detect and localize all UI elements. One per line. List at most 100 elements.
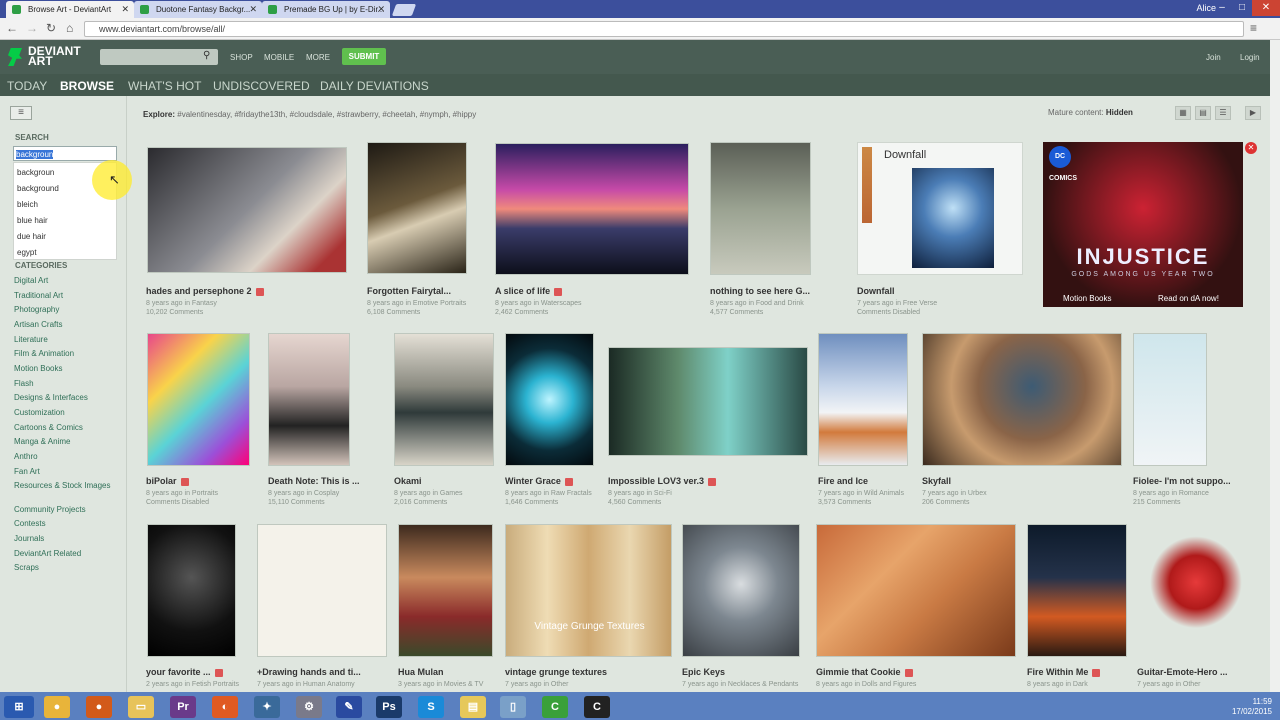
- site-search-input[interactable]: [100, 49, 218, 65]
- category-link[interactable]: Cartoons & Comics: [14, 423, 112, 432]
- mature-filter[interactable]: Mature content: Hidden: [1048, 108, 1133, 117]
- artwork-title[interactable]: biPolar: [146, 476, 256, 486]
- category-link[interactable]: Photography: [14, 305, 112, 314]
- settings-app-icon[interactable]: ⚙: [296, 696, 322, 718]
- artwork-title[interactable]: Fire Within Me: [1027, 667, 1137, 677]
- artwork-title[interactable]: Skyfall: [922, 476, 1042, 486]
- category-link[interactable]: Traditional Art: [14, 291, 112, 300]
- artwork-title[interactable]: Epic Keys: [682, 667, 802, 677]
- category-link[interactable]: Designs & Interfaces: [14, 393, 112, 402]
- category-link[interactable]: Scraps: [14, 563, 112, 572]
- artwork-title[interactable]: your favorite ...: [146, 667, 246, 677]
- artwork-title[interactable]: Fiolee- I'm not suppo...: [1133, 476, 1243, 486]
- suggestion-item[interactable]: bleich: [17, 200, 38, 209]
- close-ad-icon[interactable]: ✕: [1245, 142, 1257, 154]
- artwork-thumbnail[interactable]: [682, 524, 800, 657]
- artwork-title[interactable]: Impossible LOV3 ver.3: [608, 476, 758, 486]
- artwork-thumbnail[interactable]: [147, 147, 347, 273]
- artwork-title[interactable]: Hua Mulan: [398, 667, 493, 677]
- category-link[interactable]: Flash: [14, 379, 112, 388]
- home-icon[interactable]: ⌂: [66, 21, 73, 35]
- artwork-title[interactable]: A slice of life: [495, 286, 645, 296]
- artwork-title[interactable]: +Drawing hands and ti...: [257, 667, 387, 677]
- artwork-thumbnail[interactable]: [922, 333, 1122, 466]
- artwork-title[interactable]: Winter Grace: [505, 476, 600, 486]
- artwork-thumbnail[interactable]: [147, 333, 250, 466]
- back-icon[interactable]: ←: [6, 21, 18, 35]
- artwork-thumbnail[interactable]: [505, 333, 594, 466]
- literature-card[interactable]: Downfall: [857, 142, 1023, 275]
- file-explorer-icon[interactable]: ▭: [128, 696, 154, 718]
- category-link[interactable]: Motion Books: [14, 364, 112, 373]
- suggestion-item[interactable]: blue hair: [17, 216, 48, 225]
- sidebar-toggle-icon[interactable]: ≡: [10, 106, 32, 120]
- explore-tag-list[interactable]: #valentinesday, #fridaythe13th, #cloudsd…: [177, 110, 476, 119]
- mobile-link[interactable]: MOBILE: [264, 53, 294, 62]
- category-link[interactable]: DeviantArt Related: [14, 549, 112, 558]
- vector-app-icon[interactable]: ✎: [336, 696, 362, 718]
- artwork-thumbnail[interactable]: [608, 347, 808, 456]
- folder-app-icon[interactable]: ▤: [460, 696, 486, 718]
- category-link[interactable]: Artisan Crafts: [14, 320, 112, 329]
- injustice-ad-banner[interactable]: DC COMICS INJUSTICE GODS AMONG US YEAR T…: [1043, 142, 1243, 307]
- recorder-app-icon[interactable]: C: [584, 696, 610, 718]
- artwork-title[interactable]: nothing to see here G...: [710, 286, 830, 296]
- category-link[interactable]: Resources & Stock Images: [14, 481, 112, 490]
- artwork-title[interactable]: Guitar-Emote-Hero ...: [1137, 667, 1257, 677]
- category-link[interactable]: Community Projects: [14, 505, 112, 514]
- media-app-icon[interactable]: ◐: [212, 696, 238, 718]
- submit-button[interactable]: SUBMIT: [342, 48, 386, 65]
- firefox-app-icon[interactable]: ●: [86, 696, 112, 718]
- category-link[interactable]: Journals: [14, 534, 112, 543]
- artwork-title[interactable]: hades and persephone 2: [146, 286, 296, 296]
- category-link[interactable]: Literature: [14, 335, 112, 344]
- maximize-icon[interactable]: □: [1232, 0, 1252, 16]
- close-tab-icon[interactable]: ✕: [121, 4, 129, 15]
- artwork-title[interactable]: vintage grunge textures: [505, 667, 655, 677]
- category-link[interactable]: Customization: [14, 408, 112, 417]
- menu-icon[interactable]: ≡: [1250, 21, 1257, 35]
- suggestion-item[interactable]: due hair: [17, 232, 46, 241]
- minimize-icon[interactable]: –: [1212, 0, 1232, 16]
- artwork-title[interactable]: Death Note: This is ...: [268, 476, 384, 486]
- view-grid-icon[interactable]: ▤: [1195, 106, 1211, 120]
- document-app-icon[interactable]: ▯: [500, 696, 526, 718]
- tab-premade-bg[interactable]: Premade BG Up | by E-Dir... ✕: [262, 1, 390, 18]
- category-link[interactable]: Contests: [14, 519, 112, 528]
- nav-browse[interactable]: BROWSE: [60, 79, 114, 93]
- artwork-thumbnail[interactable]: [1027, 524, 1127, 657]
- artwork-thumbnail[interactable]: [816, 524, 1016, 657]
- category-link[interactable]: Fan Art: [14, 467, 112, 476]
- camtasia-app-icon[interactable]: C: [542, 696, 568, 718]
- artwork-thumbnail[interactable]: [1146, 535, 1246, 640]
- view-list-icon[interactable]: ☰: [1215, 106, 1231, 120]
- search-icon[interactable]: ⚲: [203, 50, 210, 61]
- slideshow-icon[interactable]: ▶: [1245, 106, 1261, 120]
- category-link[interactable]: Film & Animation: [14, 349, 112, 358]
- ad-read-now[interactable]: Read on dA now!: [1158, 294, 1219, 303]
- artwork-thumbnail[interactable]: [398, 524, 493, 657]
- artwork-title[interactable]: Okami: [394, 476, 494, 486]
- join-link[interactable]: Join: [1206, 53, 1221, 62]
- premiere-app-icon[interactable]: Pr: [170, 696, 196, 718]
- category-link[interactable]: Anthro: [14, 452, 112, 461]
- more-link[interactable]: MORE: [306, 53, 330, 62]
- artwork-title[interactable]: Forgotten Fairytal...: [367, 286, 487, 296]
- reload-icon[interactable]: ↻: [46, 21, 56, 35]
- network-app-icon[interactable]: ✦: [254, 696, 280, 718]
- artwork-thumbnail[interactable]: [367, 142, 467, 274]
- sidebar-search-input[interactable]: backgroun: [13, 146, 117, 161]
- artwork-thumbnail[interactable]: [710, 142, 811, 275]
- tab-browse-art[interactable]: Browse Art - DeviantArt ✕: [6, 1, 134, 18]
- category-link[interactable]: Manga & Anime: [14, 437, 112, 446]
- suggestion-item[interactable]: backgroun: [17, 168, 54, 177]
- artwork-thumbnail[interactable]: [818, 333, 908, 466]
- artwork-title[interactable]: Fire and Ice: [818, 476, 913, 486]
- artwork-thumbnail[interactable]: [495, 143, 689, 275]
- artwork-thumbnail[interactable]: [1133, 333, 1207, 466]
- nav-daily-deviations[interactable]: DAILY DEVIATIONS: [320, 79, 429, 93]
- close-tab-icon[interactable]: ✕: [377, 4, 385, 15]
- shop-link[interactable]: SHOP: [230, 53, 253, 62]
- close-window-icon[interactable]: ✕: [1252, 0, 1280, 16]
- close-tab-icon[interactable]: ✕: [249, 4, 257, 15]
